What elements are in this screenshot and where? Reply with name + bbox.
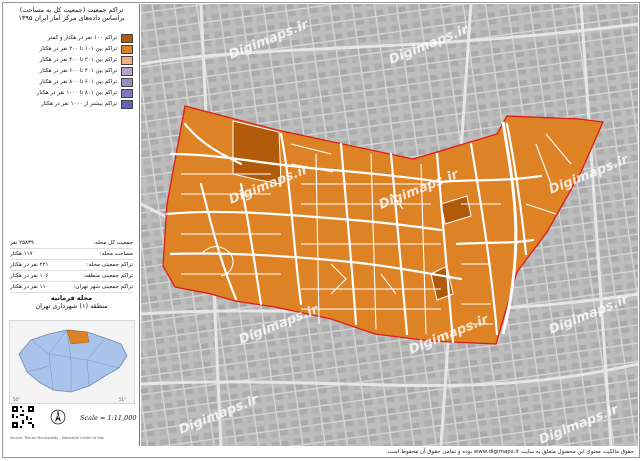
legend-label: تراکم بین ۶۰۱ تا ۸۰۰ نفر در هکتار [39, 79, 117, 85]
stat-label: مساحت محله: [99, 251, 133, 257]
legend-label: تراکم بیشتر از ۱۰۰۰ نفر در هکتار [40, 101, 117, 107]
legend-swatch [121, 77, 133, 87]
legend-subtitle: براساس داده‌های مرکز آمار ایران ۱۳۹۵ [18, 14, 125, 22]
district-highlight [66, 329, 90, 345]
legend-swatch [121, 66, 133, 76]
north-arrow-icon: N [50, 409, 66, 425]
stat-label: تراکم جمعیتی شهر تهران: [73, 284, 133, 290]
stat-row: ۱۱۷ هکتار مساحت محله: [10, 251, 133, 260]
copyright-footer: حقوق مالکیت معنوی این محصول متعلق به سای… [385, 449, 634, 455]
stat-row: ۱۰۶ نفر در هکتار تراکم جمعیتی منطقه: [10, 273, 133, 282]
stat-value: ۱۱۷ هکتار [10, 251, 33, 257]
map-canvas: Digimaps.ir Digimaps.ir Digimaps.ir Digi… [141, 4, 638, 446]
legend-item: تراکم بین ۴۰۱ تا ۶۰۰ نفر در هکتار [39, 66, 133, 76]
stat-value: ۱۰۶ نفر در هکتار [10, 273, 49, 279]
legend-item: تراکم بین ۱۰۱ تا ۲۰۰ نفر در هکتار [39, 44, 133, 54]
svg-text:50°: 50° [13, 397, 20, 402]
legend-swatch [121, 55, 133, 65]
scale-text: Scale = 1:11,000 [80, 414, 137, 422]
stat-label: تراکم جمعیتی منطقه: [83, 273, 133, 279]
stat-row: ۱۱۰ نفر در هکتار تراکم جمعیتی شهر تهران: [10, 284, 133, 293]
stat-value: ۲۵۸۳۹ نفر [10, 240, 34, 246]
svg-text:N: N [56, 414, 60, 420]
district-name: منطقه (۱) شهرداری تهران [35, 302, 108, 310]
legend-panel: تراکم جمعیت (جمعیت کل به مساحت) براساس د… [4, 4, 140, 446]
legend-label: تراکم بین ۴۰۱ تا ۶۰۰ نفر در هکتار [39, 68, 117, 74]
legend-swatch [121, 44, 133, 54]
legend-item: تراکم بین ۲۰۱ تا ۴۰۰ نفر در هکتار [39, 55, 133, 65]
source-credit: Source: Tehran Municipality - Statistica… [10, 436, 105, 440]
qr-code [12, 406, 34, 428]
map-area: Digimaps.ir Digimaps.ir Digimaps.ir Digi… [141, 4, 638, 446]
locator-map: 50° 51° [9, 320, 135, 404]
legend-label: تراکم بین ۱۰۱ تا ۲۰۰ نفر در هکتار [39, 46, 117, 52]
svg-text:51°: 51° [119, 397, 126, 402]
legend-item: تراکم ۱۰۰ نفر در هکتار و کمتر [47, 33, 133, 43]
stat-value: ۲۲۱ نفر در هکتار [10, 262, 49, 268]
stat-row: ۲۵۸۳۹ نفر جمعیت کل محله: [10, 240, 133, 249]
stat-label: جمعیت کل محله: [93, 240, 133, 246]
legend-swatch [121, 88, 133, 98]
legend-swatch [121, 33, 133, 43]
stat-value: ۱۱۰ نفر در هکتار [10, 284, 49, 290]
legend-item: تراکم بین ۶۰۱ تا ۸۰۰ نفر در هکتار [39, 77, 133, 87]
legend-label: تراکم بین ۸۰۱ تا ۱۰۰۰ نفر در هکتار [36, 90, 117, 96]
stat-label: تراکم جمعیتی محله: [86, 262, 133, 268]
stat-row: ۲۲۱ نفر در هکتار تراکم جمعیتی محله: [10, 262, 133, 271]
neighborhood-name: محله فرمانیه [50, 294, 93, 302]
legend-label: تراکم ۱۰۰ نفر در هکتار و کمتر [47, 35, 117, 41]
legend-title: تراکم جمعیت (جمعیت کل به مساحت) [19, 6, 124, 14]
legend-label: تراکم بین ۲۰۱ تا ۴۰۰ نفر در هکتار [39, 57, 117, 63]
legend-swatch [121, 99, 133, 109]
legend-item: تراکم بین ۸۰۱ تا ۱۰۰۰ نفر در هکتار [36, 88, 133, 98]
legend-item: تراکم بیشتر از ۱۰۰۰ نفر در هکتار [40, 99, 133, 109]
